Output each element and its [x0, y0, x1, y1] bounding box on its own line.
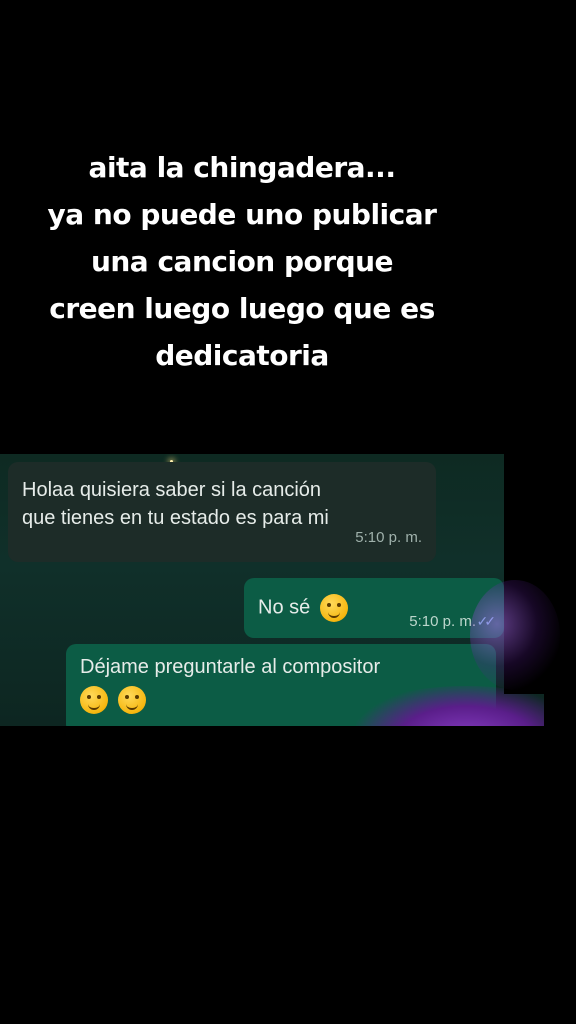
message-text: No sé — [258, 596, 311, 619]
message-bubble-incoming[interactable]: Holaa quisiera saber si la canción que t… — [8, 462, 436, 562]
message-bubble-outgoing[interactable]: No sé 5:10 p. m. ✓✓ — [244, 578, 504, 638]
rolling-laughing-icon — [117, 686, 146, 714]
overlay-caption: aita la chingadera... ya no puede uno pu… — [0, 144, 484, 379]
message-text: Déjame preguntarle al compositor — [80, 656, 381, 678]
caption-line-2: ya no puede uno publicar — [47, 198, 437, 231]
rolling-laughing-icon — [80, 686, 108, 714]
caption-line-5: dedicatoria — [155, 339, 329, 372]
caption-line-3: una cancion porque — [90, 245, 394, 278]
message-text-line: Holaa quisiera saber si la canción — [22, 479, 322, 501]
message-timestamp: 5:10 p. m. — [409, 613, 476, 630]
thinking-face-icon — [319, 594, 348, 622]
caption-line-4: creen luego luego que es — [49, 292, 435, 325]
message-timestamp: 5:10 p. m. — [355, 529, 422, 546]
purple-flare-decoration — [470, 580, 560, 690]
chat-screenshot: Holaa quisiera saber si la canción que t… — [0, 454, 544, 726]
caption-line-1: aita la chingadera... — [88, 151, 396, 184]
